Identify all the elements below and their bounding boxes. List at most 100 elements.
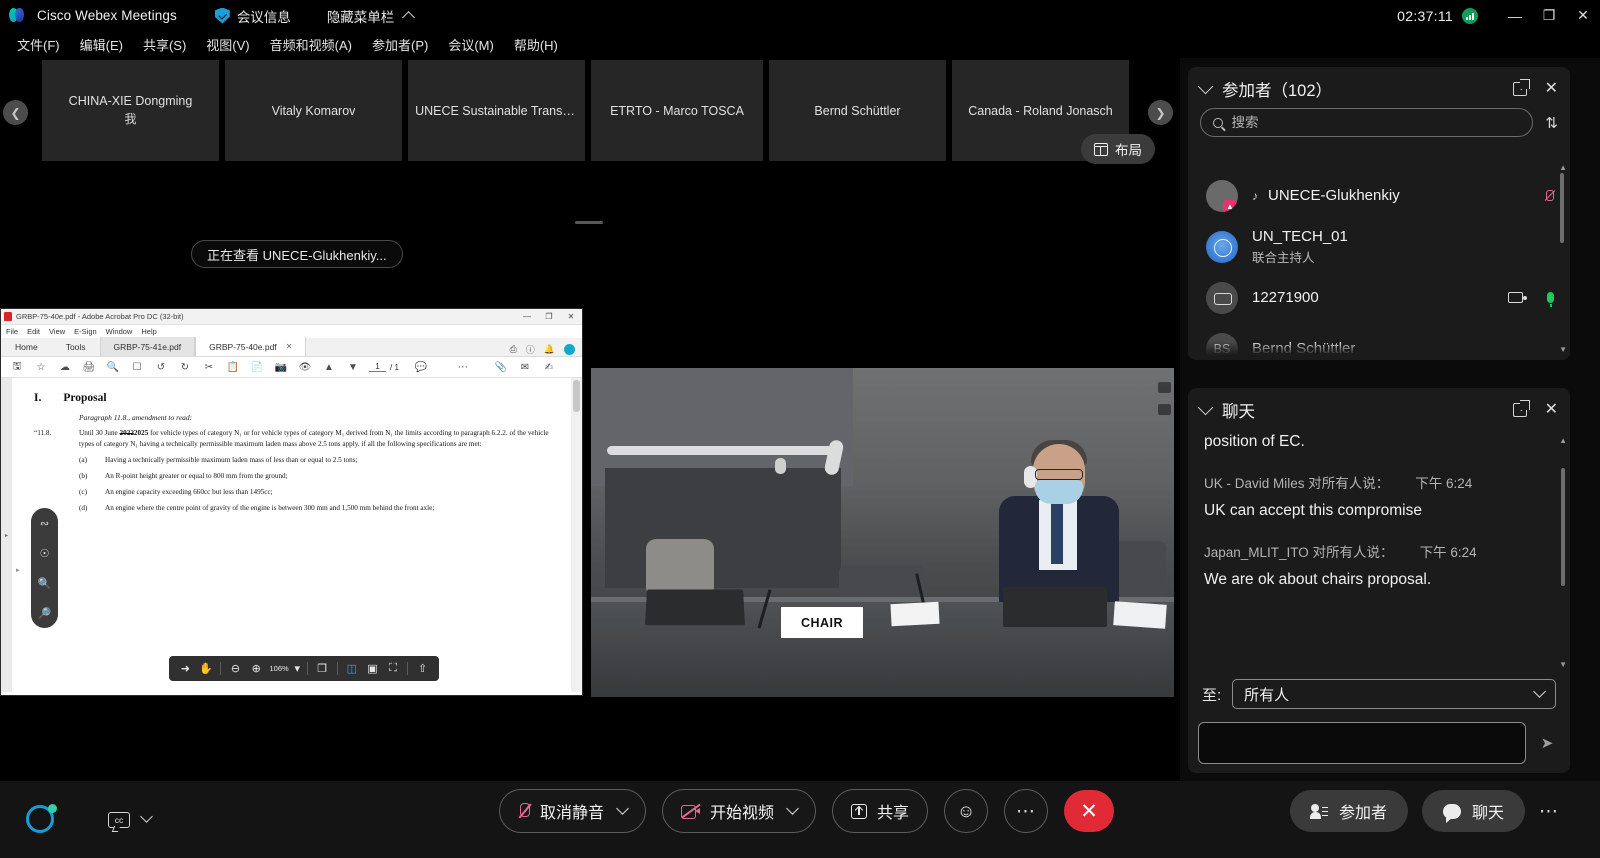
export-icon[interactable]: ⇧ (412, 656, 433, 681)
page-up-icon[interactable]: ▲ (317, 357, 341, 378)
hand-tool-icon[interactable]: ✋ (196, 656, 217, 681)
search-input[interactable] (1232, 115, 1521, 130)
acrobat-tab-grbp-41e[interactable]: GRBP-75-41e.pdf (100, 337, 196, 356)
acrobat-menu-window[interactable]: Window (106, 327, 133, 336)
redo-icon[interactable]: ↻ (173, 357, 197, 378)
filmstrip-resize-handle[interactable] (575, 221, 603, 224)
mail-icon[interactable]: ✉ (513, 357, 537, 378)
chevron-down-icon[interactable] (140, 810, 153, 823)
zoom-level[interactable]: 106% (270, 664, 289, 673)
start-video-button[interactable]: 开始视频 (662, 789, 816, 833)
meeting-info-button[interactable]: 会议信息 (215, 6, 291, 26)
send-icon[interactable]: ➤ (1534, 722, 1560, 764)
acrobat-minimize-button[interactable]: — (516, 309, 538, 325)
popout-icon[interactable] (1513, 403, 1527, 417)
signature-icon[interactable]: ∾ (40, 517, 49, 530)
network-status-icon[interactable] (1462, 8, 1478, 24)
minimize-button[interactable]: — (1498, 0, 1532, 31)
scroll-down-arrow-icon[interactable]: ▼ (1559, 345, 1567, 354)
chat-toggle-button[interactable]: 聊天 (1422, 790, 1525, 832)
sign-icon[interactable]: ✍ (537, 357, 561, 378)
acrobat-tab-grbp-40e[interactable]: GRBP-75-40e.pdf ✕ (195, 337, 306, 356)
acrobat-tab-home[interactable]: Home (1, 337, 52, 356)
end-meeting-button[interactable]: ✕ (1064, 790, 1114, 832)
pdf-panel-toggle-icon[interactable]: ▸ (16, 566, 20, 574)
panel-more-button[interactable]: ⋯ (1539, 800, 1559, 823)
find-icon[interactable]: 👁 (293, 357, 317, 378)
menu-view[interactable]: 视图(V) (197, 32, 258, 57)
scroll-up-arrow-icon[interactable]: ▲ (1559, 163, 1567, 172)
page-current[interactable]: 1 (369, 362, 386, 372)
chat-message-input[interactable] (1198, 722, 1526, 764)
participant-row[interactable]: ▲ ♪ UNECE-Glukhenkiy (1188, 170, 1570, 221)
comment-icon[interactable]: 💬 (409, 357, 433, 378)
stamp-icon[interactable]: ☉ (40, 547, 50, 560)
zoom-dropdown-icon[interactable]: ▾ (292, 656, 303, 681)
attach-icon[interactable]: 📎 (489, 357, 513, 378)
print-icon[interactable]: 🖨 (77, 357, 101, 378)
camera-icon[interactable] (1508, 292, 1523, 303)
acrobat-close-button[interactable]: ✕ (560, 309, 582, 325)
acrobat-share-icon[interactable]: ⎙ (510, 344, 517, 355)
verify-icon[interactable]: ☐ (125, 357, 149, 378)
chevron-down-icon[interactable] (616, 802, 629, 815)
acrobat-restore-button[interactable]: ❐ (538, 309, 560, 325)
menu-help[interactable]: 帮助(H) (505, 32, 567, 57)
menu-share[interactable]: 共享(S) (134, 32, 195, 57)
star-icon[interactable]: ☆ (29, 357, 53, 378)
save-icon[interactable]: 🖫 (5, 357, 29, 378)
page-view-icon[interactable]: ❐ (312, 656, 333, 681)
zoom-out-icon[interactable]: 🔍 (101, 357, 125, 378)
fit-page-icon[interactable]: ◫ (341, 656, 362, 681)
close-icon[interactable]: ✕ (1545, 402, 1558, 418)
mic-on-icon[interactable] (1547, 292, 1554, 303)
sort-icon[interactable]: ⇅ (1545, 114, 1558, 132)
more-tools-icon[interactable]: ⋯ (451, 357, 475, 378)
zoom-in-button[interactable]: ⊕ (246, 656, 267, 681)
active-speaker-video[interactable]: CHAIR (591, 368, 1174, 697)
maximize-button[interactable]: ❐ (1532, 0, 1566, 31)
mic-muted-icon[interactable] (1545, 190, 1554, 202)
acrobat-menu-esign[interactable]: E-Sign (74, 327, 97, 336)
menu-file[interactable]: 文件(F) (8, 32, 69, 57)
chevron-down-icon[interactable] (1198, 399, 1214, 415)
participant-row[interactable]: 12271900 (1188, 272, 1570, 323)
webex-assistant-button[interactable] (26, 805, 56, 835)
hide-menubar-button[interactable]: 隐藏菜单栏 (327, 6, 414, 26)
scroll-mode-icon[interactable]: ▣ (362, 656, 383, 681)
thumb-participant[interactable]: UNECE Sustainable Transpor... (408, 60, 588, 161)
acrobat-tab-close-icon[interactable]: ✕ (286, 342, 293, 351)
acrobat-left-rail[interactable]: ▸ (1, 378, 12, 692)
acrobat-account-avatar[interactable] (564, 344, 575, 355)
close-icon[interactable]: ✕ (1545, 81, 1558, 97)
zoom-out-button[interactable]: ⊖ (225, 656, 246, 681)
paste-icon[interactable]: 📄 (245, 357, 269, 378)
acrobat-menu-file[interactable]: File (6, 327, 18, 336)
cut-icon[interactable]: ✂ (197, 357, 221, 378)
page-down-icon[interactable]: ▼ (341, 357, 365, 378)
acrobat-bell-icon[interactable]: 🔔 (544, 344, 555, 355)
thumb-participant[interactable]: ETRTO - Marco TOSCA (591, 60, 766, 161)
participant-row[interactable]: UN_TECH_01 联合主持人 (1188, 221, 1570, 272)
thumb-participant[interactable]: Vitaly Komarov (225, 60, 405, 161)
undo-icon[interactable]: ↺ (149, 357, 173, 378)
thumb-participant[interactable]: Bernd Schüttler (769, 60, 949, 161)
zoom-in-icon[interactable]: 🔍 (38, 577, 52, 590)
menu-audio-video[interactable]: 音频和视频(A) (261, 32, 361, 57)
zoom-out-icon[interactable]: 🔎 (38, 607, 52, 620)
menu-participants[interactable]: 参加者(P) (363, 32, 437, 57)
filmstrip-next-button[interactable]: ❯ (1148, 100, 1173, 125)
menu-edit[interactable]: 编辑(E) (71, 32, 132, 57)
chat-recipient-select[interactable]: 所有人 (1232, 679, 1556, 709)
more-options-button[interactable]: ⋯ (1004, 789, 1048, 833)
chat-message-list[interactable]: position of EC. UK - David Miles 对所有人说： … (1188, 432, 1570, 668)
pdf-scrollbar[interactable] (571, 378, 582, 692)
chevron-down-icon[interactable] (1198, 78, 1214, 94)
acrobat-menu-edit[interactable]: Edit (27, 327, 40, 336)
chat-scrollbar-thumb[interactable] (1561, 468, 1565, 586)
copy-icon[interactable]: 📋 (221, 357, 245, 378)
acrobat-menu-help[interactable]: Help (141, 327, 156, 336)
menu-meeting[interactable]: 会议(M) (439, 32, 503, 57)
participants-list[interactable]: ▲ ♪ UNECE-Glukhenkiy UN_TECH_01 联合主持人 (1188, 170, 1570, 355)
closed-captions-button[interactable]: cc (108, 812, 151, 828)
